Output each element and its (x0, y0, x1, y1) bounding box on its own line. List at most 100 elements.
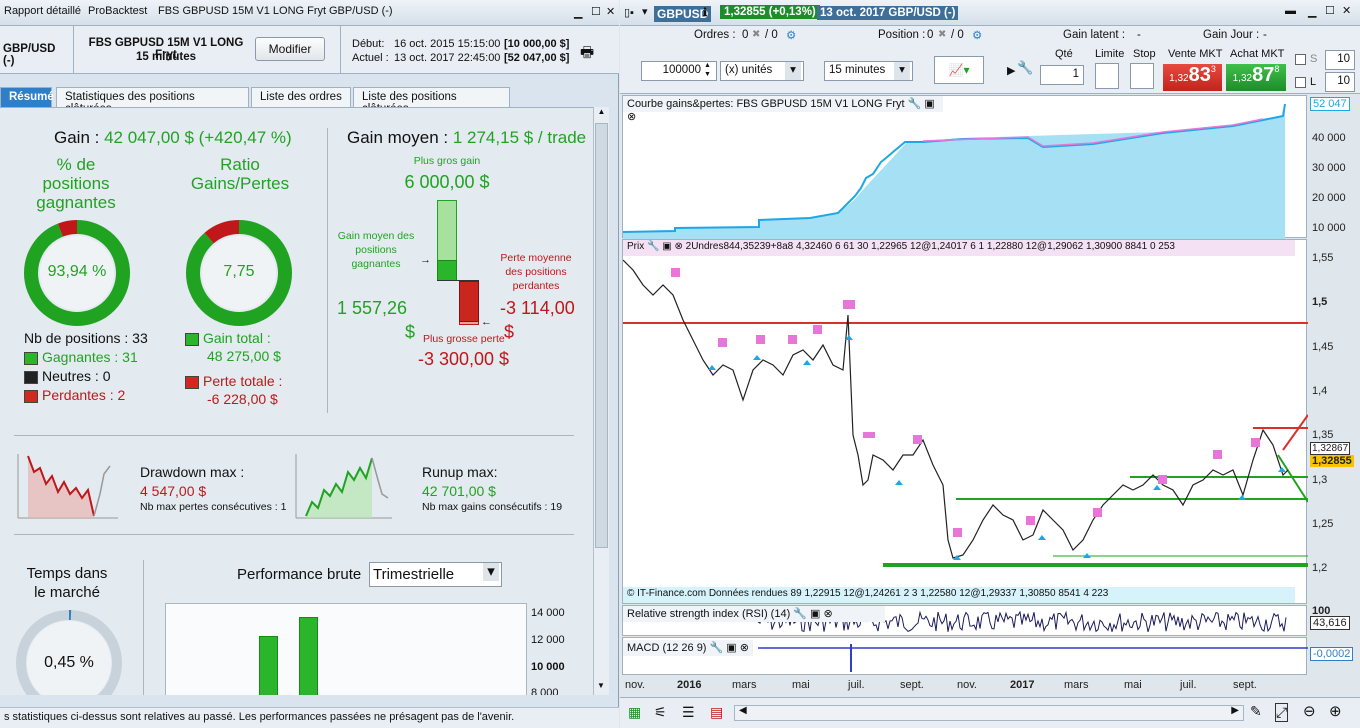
perf-bar (259, 636, 278, 695)
sell-price-big: 83 (1188, 64, 1211, 86)
menu-icon[interactable]: ▬ (1285, 5, 1296, 17)
equity-axis-label: 20 000 (1312, 192, 1346, 204)
report-tabs: Résumé Statistiques des positions clôtur… (0, 87, 619, 115)
list-icon[interactable]: ☰ (682, 704, 695, 721)
avg-gain-bar (437, 260, 457, 281)
zoom-select-icon[interactable]: ⤢ (1275, 703, 1289, 722)
orders-settings-icon[interactable]: ⚙ (786, 28, 796, 42)
price-tag: 1,32867 (1310, 442, 1351, 455)
draw-icon[interactable]: ✎ (1250, 703, 1262, 720)
maximize-icon[interactable]: ☐ (591, 5, 601, 18)
printer-icon[interactable]: 🖶 (580, 42, 594, 67)
stop-order-button[interactable] (1130, 63, 1154, 89)
x-axis-label: sept. (900, 679, 924, 691)
close-icon[interactable]: ✕ (606, 5, 615, 18)
s-label: S (1310, 53, 1318, 65)
avg-gain-label: Gain moyen : (347, 128, 449, 147)
l-label: L (1310, 76, 1317, 88)
sell-price-small: 1,32 (1169, 73, 1189, 84)
avg-win-label-line: gagnantes (351, 258, 401, 270)
trade-markers (671, 268, 1286, 560)
tab-summary[interactable]: Résumé (0, 87, 54, 107)
l-checkbox[interactable] (1295, 77, 1306, 88)
quantity-stepper[interactable]: ▲ ▼ (704, 61, 711, 79)
rsi-title-text: Relative strength index (RSI) (14) (627, 608, 791, 620)
avg-loss-bar (459, 281, 479, 322)
scroll-down-icon[interactable]: ▼ (593, 681, 609, 695)
timeframe-select[interactable]: 15 minutes (824, 61, 913, 81)
minimize-icon[interactable]: ▁ (1308, 5, 1316, 18)
tab-probacktest[interactable]: ProBacktest (88, 5, 147, 17)
zoom-out-icon[interactable]: ⊖ (1303, 702, 1316, 720)
report-scrollbar[interactable]: ▲ (593, 107, 609, 695)
tab-instrument[interactable]: GBP/USD (-) (329, 5, 393, 17)
price-axis-label: 1,25 (1312, 518, 1334, 530)
equity-axis-label: 30 000 (1312, 162, 1346, 174)
current-price-tag: 1,32855 (1310, 455, 1354, 467)
tab-detailed-report[interactable]: Rapport détaillé (4, 5, 81, 17)
perf-period-select[interactable]: Trimestrielle (369, 562, 502, 587)
chevron-down-icon[interactable]: ▾ (642, 5, 648, 18)
drawdown-label: Drawdown max : (140, 464, 245, 480)
qte-input[interactable]: 1 (1040, 65, 1084, 85)
chart-window: ▯▪ ▾ GBPUSD ℹ 1,32855 (+0,13%) 13 oct. 2… (620, 0, 1360, 728)
loss-total-value: -6 228,00 $ (207, 391, 278, 407)
biggest-gain-value: 6 000,00 $ (404, 172, 490, 192)
minimize-icon[interactable]: ▁ (574, 6, 582, 19)
units-select[interactable]: (x) unités (720, 61, 804, 81)
indicators-button[interactable]: 📈▾ (934, 56, 984, 84)
tab-closed-positions[interactable]: Liste des positions clôturées (353, 87, 510, 115)
sell-button[interactable]: 1,32833 (1163, 64, 1222, 91)
add-chart-icon[interactable]: ▦ (628, 704, 641, 721)
macd-panel-title: MACD (12 26 9) 🔧 ▣ ⊗ (623, 640, 753, 656)
bars-icon[interactable]: ▤ (710, 704, 723, 721)
time-title-line: le marché (34, 584, 100, 601)
neutral-count: Neutres : 0 (24, 368, 110, 384)
cancel-orders-icon[interactable]: ✖ (752, 29, 760, 40)
l-input[interactable]: 10 (1325, 72, 1355, 92)
close-icon[interactable]: ✕ (1342, 4, 1351, 17)
price-footer-info: © IT-Finance.com Données rendues 89 1,22… (623, 587, 1295, 603)
modify-button[interactable]: Modifier (255, 37, 325, 61)
price-info-text: 2Undres844,35239+8a8 4,32460 6 61 30 1,2… (685, 241, 1175, 252)
indicator-icon[interactable]: ⚟ (654, 704, 667, 721)
perf-chart (165, 603, 527, 695)
runup-sub: Nb max gains consécutifs : 19 (422, 501, 563, 513)
limit-order-button[interactable] (1095, 63, 1119, 89)
s-checkbox[interactable] (1295, 54, 1306, 65)
day-gain-value: - (1263, 29, 1267, 41)
loss-total-label: Perte totale : (203, 373, 283, 389)
time-title-line: Temps dans (26, 565, 108, 582)
x-axis-label: mars (1064, 679, 1089, 691)
price-chart (622, 259, 1309, 567)
wrench-icon[interactable]: 🔧 (1017, 60, 1033, 76)
maximize-icon[interactable]: ☐ (1325, 4, 1335, 17)
info-icon[interactable]: ℹ (703, 6, 707, 19)
buy-label: Achat MKT (1230, 48, 1285, 60)
perf-axis-label: 8 000 (531, 687, 559, 695)
zoom-in-icon[interactable]: ⊕ (1329, 702, 1342, 720)
position-settings-icon[interactable]: ⚙ (972, 28, 982, 42)
macd-current-value: -0,0002 (1310, 647, 1354, 661)
position-count: 0 (927, 29, 934, 41)
timeline-scrollbar[interactable]: ◀ ▶ (734, 705, 1244, 721)
last-price: 1,32855 (+0,13%) (720, 5, 820, 19)
tab-closed-stats[interactable]: Statistiques des positions clôturées (56, 87, 249, 115)
tab-orders-list[interactable]: Liste des ordres (251, 87, 351, 107)
buy-button[interactable]: 1,32878 (1226, 64, 1286, 91)
gain-total-value: 48 275,00 $ (207, 348, 281, 364)
perf-bar (299, 617, 318, 695)
strategy-timeframe: 15 minutes (135, 51, 197, 63)
price-title-text: Prix (627, 241, 645, 252)
play-icon[interactable]: ▶ (1007, 64, 1015, 77)
pct-win-title-line: gagnantes (36, 193, 116, 212)
avg-win-value-line: $ (405, 322, 416, 342)
s-input[interactable]: 10 (1325, 50, 1355, 70)
ratio-title-line: Gains/Pertes (190, 174, 290, 193)
equity-axis-label: 10 000 (1312, 222, 1346, 234)
tab-strategy[interactable]: FBS GBPUSD 15M V1 LONG Fryt (158, 5, 326, 17)
gain-total-swatch (185, 332, 199, 346)
gain-total-label: Gain total : (203, 330, 271, 346)
sell-label: Vente MKT (1168, 48, 1223, 60)
close-position-icon[interactable]: ✖ (938, 29, 946, 40)
